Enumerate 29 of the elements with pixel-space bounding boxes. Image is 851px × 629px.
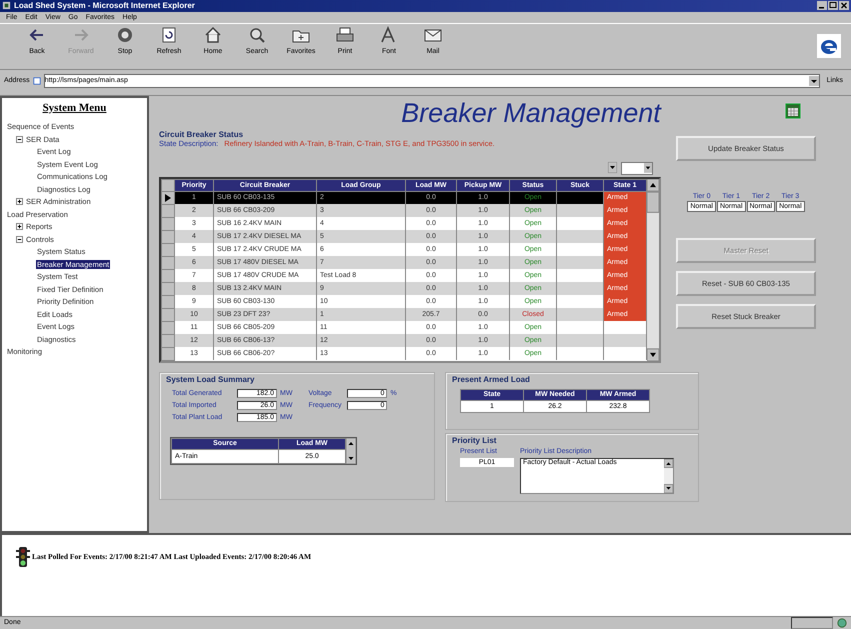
section-heading: Circuit Breaker Status [159,130,244,139]
caret-icon[interactable] [808,76,819,86]
zone-icon [837,618,847,628]
scrollbar[interactable] [346,438,356,464]
page-title: Breaker Management [401,98,661,130]
calendar-icon[interactable] [785,102,801,119]
page-icon [32,76,41,85]
section-heading: Priority List [452,436,498,445]
maximize-icon[interactable] [828,1,838,10]
dropdown-field[interactable] [621,162,653,175]
browser-logo-icon [817,34,841,58]
caret-icon[interactable] [644,162,652,173]
home-icon [203,25,223,46]
scrollbar[interactable] [664,458,673,493]
sidebar-title: System Menu [42,102,108,114]
expander-icon[interactable] [16,236,23,243]
row-pointer-icon [165,194,171,202]
expander-icon[interactable] [16,223,23,230]
traffic-light-icon [16,547,30,570]
app-icon [2,1,11,10]
window-title: Load Shed System - Microsoft Internet Explorer [14,1,195,10]
expander-icon[interactable] [16,136,23,143]
spin-control[interactable] [608,162,617,173]
section-heading: System Load Summary [166,374,256,384]
section-heading: Present Armed Load [452,374,531,384]
close-icon[interactable] [839,1,849,10]
scrollbar[interactable] [647,178,659,361]
expander-icon[interactable] [16,198,23,206]
minimize-icon[interactable] [817,1,827,10]
